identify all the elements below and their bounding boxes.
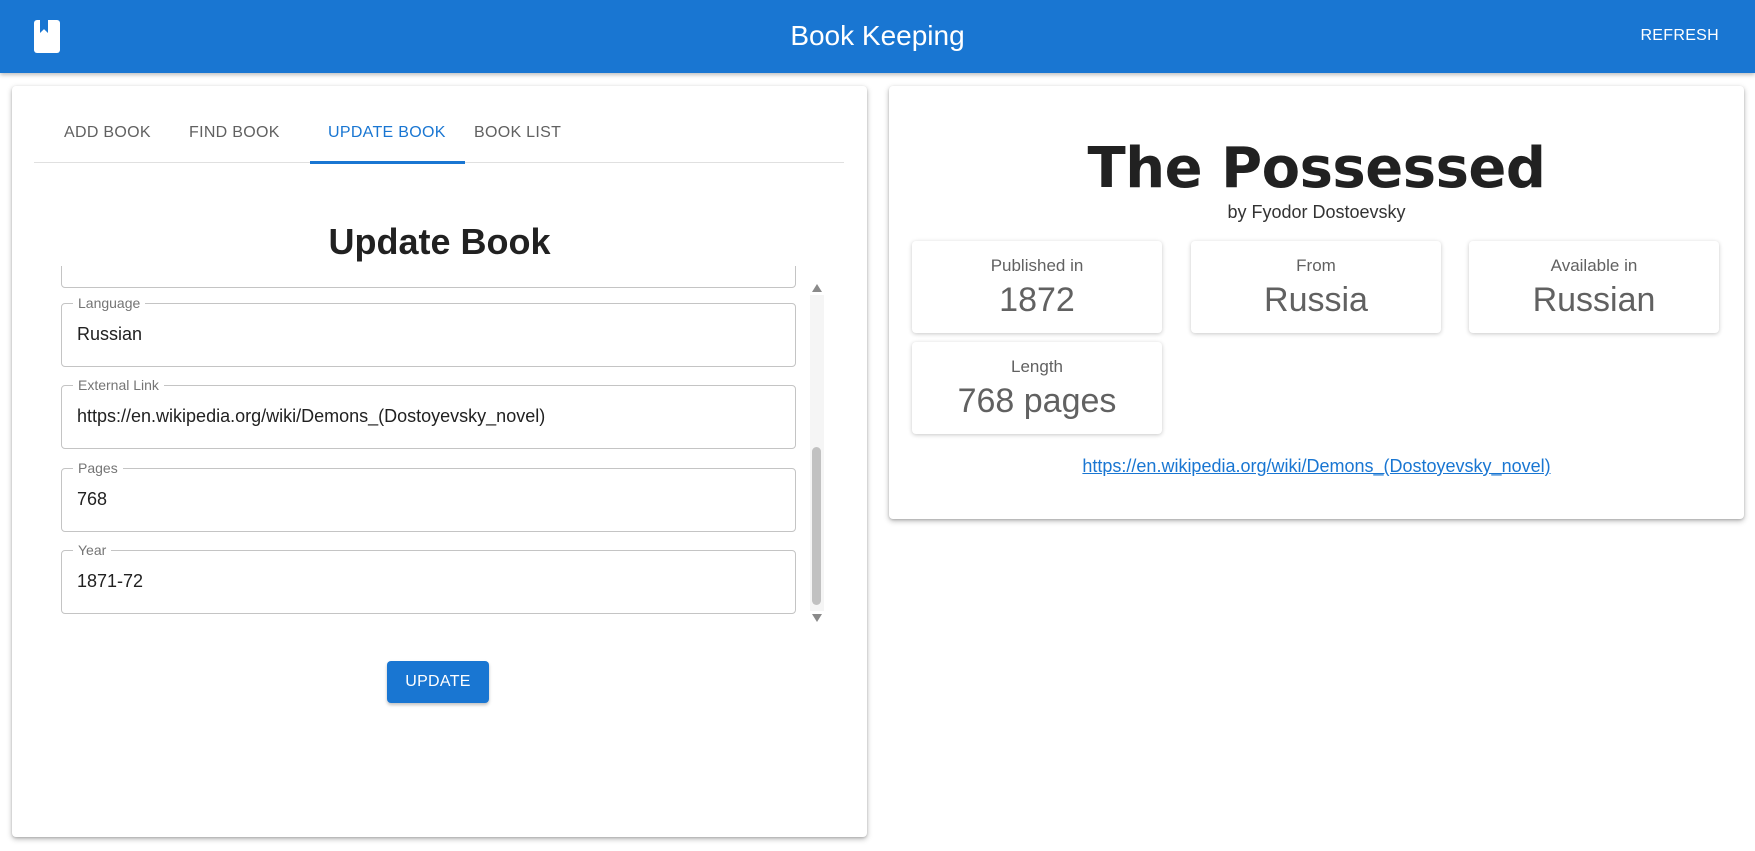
tab-book-list[interactable]: BOOK LIST (474, 124, 561, 142)
stat-published: Published in 1872 (912, 241, 1162, 333)
tab-find-book[interactable]: FIND BOOK (189, 124, 280, 142)
year-label: Year (73, 542, 112, 558)
pages-input[interactable]: 768 (77, 489, 107, 510)
scroll-down-arrow-icon[interactable] (812, 614, 822, 622)
form-scroll-area[interactable]: Language Russian External Link https://e… (61, 266, 831, 626)
external-link-input[interactable]: https://en.wikipedia.org/wiki/Demons_(Do… (77, 406, 545, 427)
refresh-button[interactable]: REFRESH (1640, 27, 1719, 45)
pages-label: Pages (73, 460, 123, 476)
stat-value: Russia (1264, 281, 1368, 319)
form-scrollbar[interactable] (810, 281, 824, 622)
language-label: Language (73, 295, 146, 311)
external-link[interactable]: https://en.wikipedia.org/wiki/Demons_(Do… (889, 456, 1744, 477)
tab-bar: ADD BOOK FIND BOOK UPDATE BOOK BOOK LIST (34, 86, 844, 164)
stat-label: From (1296, 256, 1336, 275)
app-bar: Book Keeping REFRESH (0, 0, 1755, 73)
stat-value: 1872 (999, 281, 1075, 319)
language-field[interactable]: Language Russian (61, 295, 796, 367)
external-link-label: External Link (73, 377, 164, 393)
hidden-field-partial[interactable] (61, 266, 796, 288)
year-field[interactable]: Year 1871-72 (61, 542, 796, 614)
stat-value: Russian (1532, 281, 1656, 319)
stat-label: Length (1011, 357, 1063, 376)
scroll-up-arrow-icon[interactable] (812, 284, 822, 292)
book-detail-panel: The Possessed by Fyodor Dostoevsky Publi… (889, 86, 1744, 519)
stat-label: Published in (990, 256, 1084, 275)
update-button[interactable]: UPDATE (387, 661, 489, 703)
tab-add-book[interactable]: ADD BOOK (64, 124, 151, 142)
book-author: by Fyodor Dostoevsky (1227, 202, 1406, 222)
year-input[interactable]: 1871-72 (77, 571, 143, 592)
tab-update-book[interactable]: UPDATE BOOK (328, 124, 446, 142)
stat-length: Length 768 pages (912, 342, 1162, 434)
stat-label: Available in (1550, 256, 1638, 275)
active-tab-indicator (310, 161, 465, 164)
update-book-panel: ADD BOOK FIND BOOK UPDATE BOOK BOOK LIST… (12, 86, 867, 837)
stat-from: From Russia (1191, 241, 1441, 333)
external-link-field[interactable]: External Link https://en.wikipedia.org/w… (61, 377, 796, 449)
language-input[interactable]: Russian (77, 324, 142, 345)
scrollbar-thumb[interactable] (812, 447, 821, 605)
stat-available-in: Available in Russian (1469, 241, 1719, 333)
stat-value: 768 pages (957, 382, 1117, 420)
pages-field[interactable]: Pages 768 (61, 460, 796, 532)
book-title: The Possessed (1087, 136, 1546, 201)
form-title: Update Book (328, 221, 551, 262)
app-title: Book Keeping (790, 20, 965, 51)
